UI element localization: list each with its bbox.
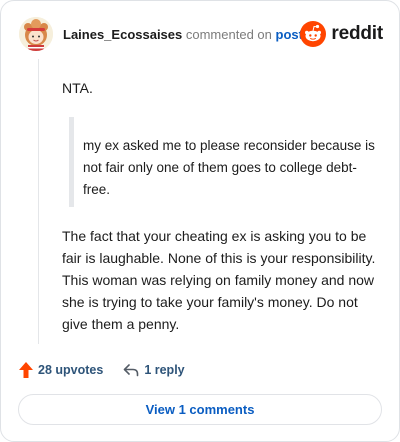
brand-name: reddit [331, 23, 383, 44]
view-comments-button[interactable]: View 1 comments [18, 394, 382, 425]
comment-header: Laines_Ecossaises commented on post redd… [19, 17, 383, 53]
comment-body: NTA. my ex asked me to please reconsider… [62, 77, 380, 335]
reply-arrow-icon [124, 364, 139, 377]
quote-bar [69, 117, 74, 207]
blockquote: my ex asked me to please reconsider beca… [62, 117, 380, 207]
upvote-arrow-icon [19, 362, 33, 378]
action-text: commented on [185, 27, 272, 42]
thread-line [38, 59, 39, 344]
reply-count: 1 reply [144, 363, 185, 377]
upvote-count: 28 upvotes [38, 363, 104, 377]
username[interactable]: Laines_Ecossaises [63, 27, 182, 42]
comment-card: Laines_Ecossaises commented on post redd… [0, 0, 400, 442]
comment-paragraph: The fact that your cheating ex is asking… [62, 228, 376, 332]
reddit-logo[interactable]: reddit [300, 21, 383, 47]
reddit-logo-icon [300, 21, 327, 47]
comment-meta: Laines_Ecossaises commented on post [63, 28, 303, 42]
post-link[interactable]: post [276, 27, 303, 42]
quote-text: my ex asked me to please reconsider beca… [83, 138, 375, 197]
avatar[interactable] [19, 17, 53, 51]
reply-button[interactable]: 1 reply [123, 363, 185, 377]
upvote-button[interactable]: 28 upvotes [19, 362, 103, 378]
comment-actions: 28 upvotes 1 reply [19, 360, 185, 380]
comment-paragraph: NTA. [62, 80, 93, 96]
user-avatar-icon [19, 17, 53, 51]
